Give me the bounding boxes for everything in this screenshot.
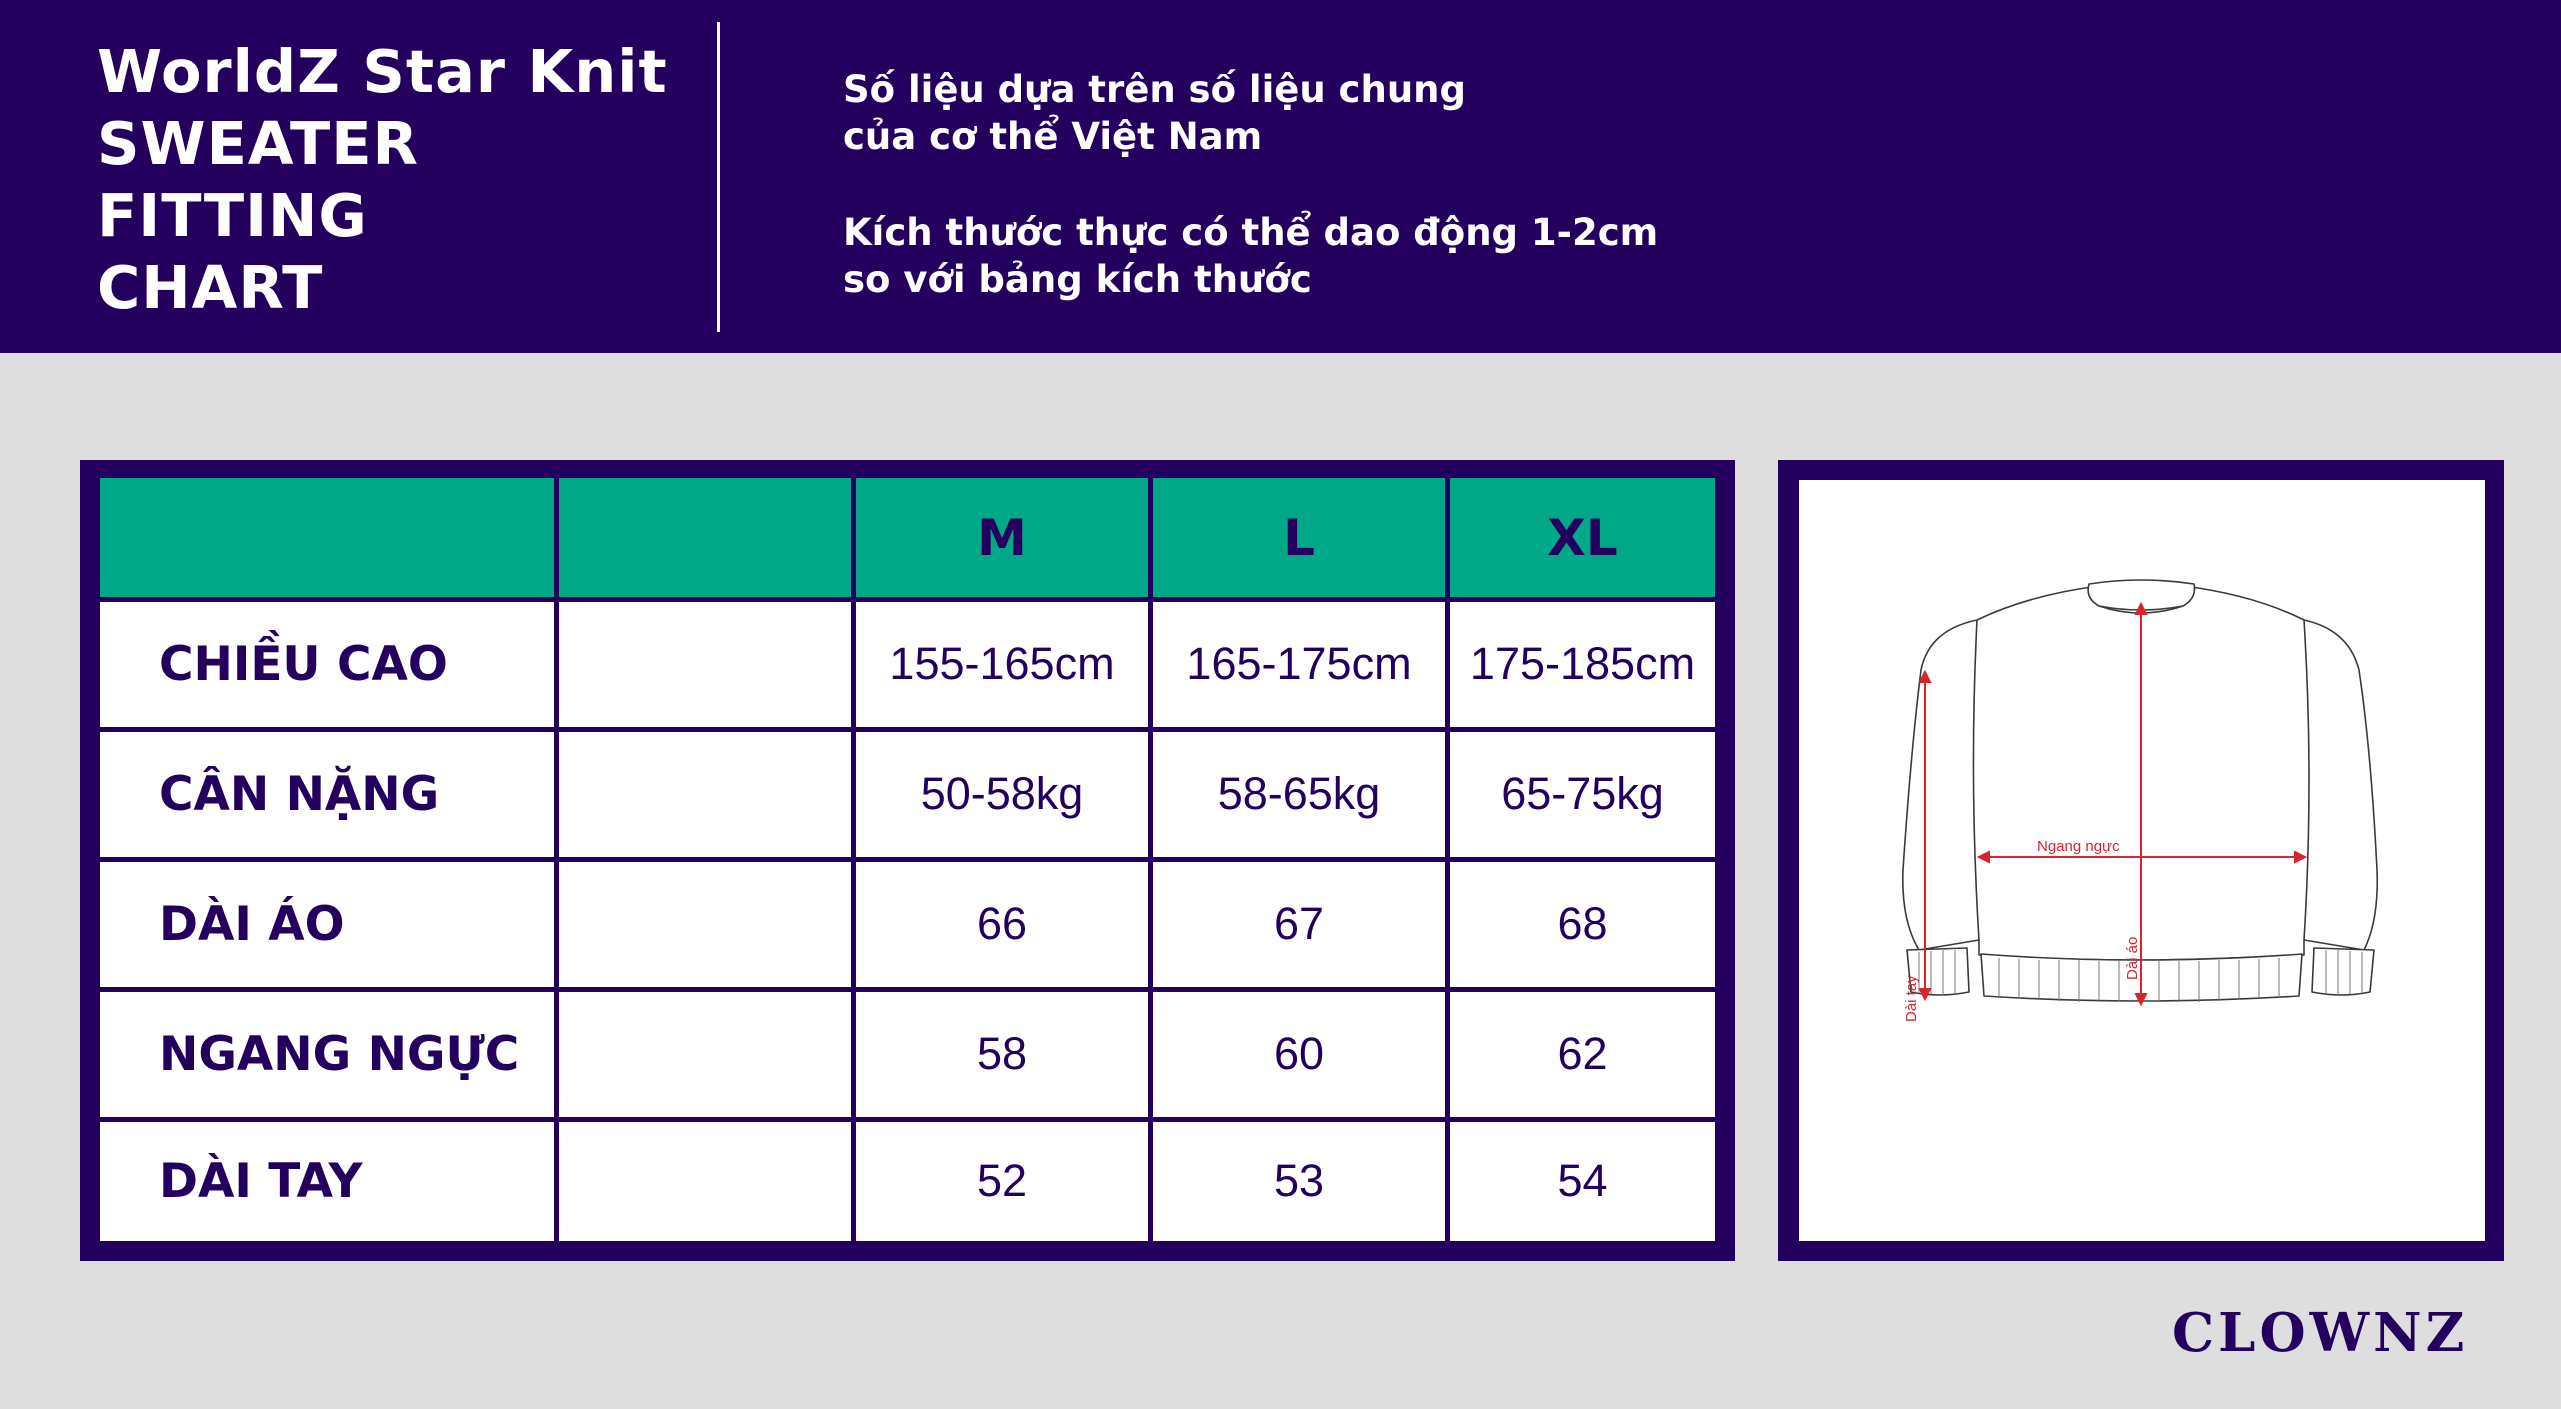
value-cell: 68	[1450, 861, 1715, 992]
brand-logo: CLOWNZ	[2172, 1302, 2469, 1364]
value-cell: 53	[1153, 1121, 1450, 1241]
note-tolerance: Kích thước thực có thể dao động 1-2cm so…	[843, 209, 1658, 303]
right-cuff	[2311, 947, 2375, 996]
header-cell-blank	[559, 478, 856, 602]
header-cell-size-l: L	[1153, 478, 1450, 602]
table-row: DÀI ÁO 66 67 68	[100, 861, 1715, 992]
sweater-diagram: Ngang ngực Dài áo Dài tay	[1799, 480, 2485, 1241]
title-line: SWEATER	[97, 109, 419, 178]
header-cell-label	[100, 478, 559, 602]
value-cell: 54	[1450, 1121, 1715, 1241]
header-cell-size-m: M	[856, 478, 1153, 602]
body-length-label: Dài áo	[2124, 937, 2141, 980]
blank-cell	[559, 1121, 856, 1241]
note-body-data: Số liệu dựa trên số liệu chung của cơ th…	[843, 66, 1658, 160]
row-label-height: CHIỀU CAO	[100, 602, 559, 732]
row-label-chest: NGANG NGỰC	[100, 991, 559, 1122]
blank-cell	[559, 991, 856, 1122]
row-label-sleeve: DÀI TAY	[100, 1121, 559, 1241]
value-cell: 165-175cm	[1153, 602, 1450, 732]
note-line: so với bảng kích thước	[843, 258, 1312, 301]
chest-label: Ngang ngực	[2037, 838, 2120, 855]
value-cell: 60	[1153, 991, 1450, 1122]
note-line: Số liệu dựa trên số liệu chung	[843, 68, 1467, 111]
row-label-length: DÀI ÁO	[100, 861, 559, 992]
value-cell: 58	[856, 991, 1153, 1122]
header-banner: WorldZ Star Knit SWEATER FITTING CHART S…	[0, 0, 2561, 353]
header-divider	[717, 22, 720, 332]
value-cell: 50-58kg	[856, 731, 1153, 862]
value-cell: 58-65kg	[1153, 731, 1450, 862]
note-line: Kích thước thực có thể dao động 1-2cm	[843, 211, 1659, 254]
value-cell: 67	[1153, 861, 1450, 992]
value-cell: 62	[1450, 991, 1715, 1122]
blank-cell	[559, 861, 856, 992]
left-sleeve	[1902, 619, 1983, 951]
value-cell: 175-185cm	[1450, 602, 1715, 732]
title-line: WorldZ Star Knit	[97, 37, 668, 106]
header-cell-size-xl: XL	[1450, 478, 1715, 602]
table-row: NGANG NGỰC 58 60 62	[100, 991, 1715, 1122]
value-cell: 52	[856, 1121, 1153, 1241]
diagram-frame: Ngang ngực Dài áo Dài tay	[1778, 460, 2504, 1261]
blank-cell	[559, 731, 856, 862]
sleeve-length-label: Dài tay	[1903, 975, 1920, 1022]
chart-title: WorldZ Star Knit SWEATER FITTING CHART	[97, 36, 668, 324]
header-notes: Số liệu dựa trên số liệu chung của cơ th…	[843, 66, 1658, 352]
row-label-weight: CÂN NẶNG	[100, 731, 559, 862]
value-cell: 155-165cm	[856, 602, 1153, 732]
right-sleeve	[2300, 619, 2379, 951]
value-cell: 66	[856, 861, 1153, 992]
table-row: CÂN NẶNG 50-58kg 58-65kg 65-75kg	[100, 731, 1715, 862]
sweater-illustration: Ngang ngực Dài áo Dài tay	[1902, 579, 2379, 1022]
value-cell: 65-75kg	[1450, 731, 1715, 862]
size-table-frame: M L XL CHIỀU CAO 155-165cm 165-175cm 175…	[80, 460, 1735, 1261]
table-header-row: M L XL	[100, 478, 1715, 602]
note-line: của cơ thể Việt Nam	[843, 115, 1263, 158]
table-row: DÀI TAY 52 53 54	[100, 1121, 1715, 1241]
title-line: FITTING	[97, 181, 368, 250]
table-row: CHIỀU CAO 155-165cm 165-175cm 175-185cm	[100, 602, 1715, 732]
title-line: CHART	[97, 253, 324, 322]
size-table: M L XL CHIỀU CAO 155-165cm 165-175cm 175…	[100, 478, 1715, 1241]
blank-cell	[559, 602, 856, 732]
